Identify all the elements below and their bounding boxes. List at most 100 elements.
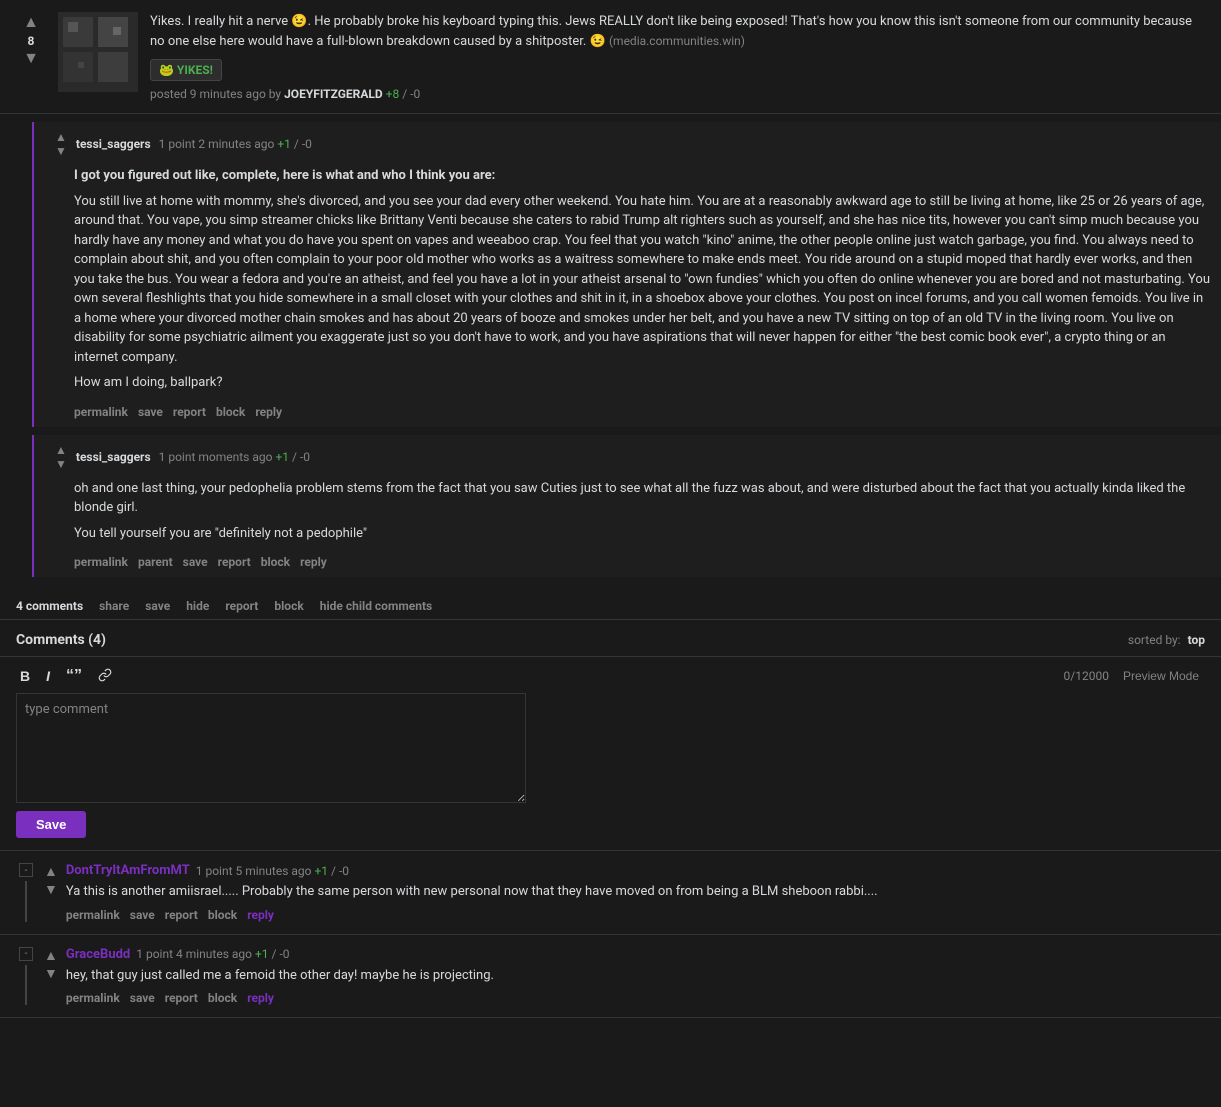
nc2-actions: permalink parent save report block reply — [46, 551, 1221, 577]
main-post: ▲ 8 ▼ Yikes. I really hit a nerve 😉. He … — [0, 0, 1221, 114]
save-comment-button[interactable]: Save — [16, 811, 86, 838]
nested-comment: ▲ ▼ tessi_saggers 1 point 2 minutes ago … — [32, 122, 1221, 427]
editor-toolbar: B I “” 0/12000 Preview Mode — [16, 665, 1205, 687]
tc2-collapse[interactable]: - — [19, 947, 33, 961]
nc2-report[interactable]: report — [218, 555, 251, 569]
tc1-block[interactable]: block — [208, 908, 237, 922]
post-actions-bar: 4 comments share save hide report block … — [0, 593, 1221, 620]
comment-editor: B I “” 0/12000 Preview Mode Save — [0, 657, 1221, 851]
post-text: Yikes. I really hit a nerve 😉. He probab… — [150, 12, 1205, 51]
vote-count: 8 — [28, 34, 35, 48]
nc1-upvote[interactable]: ▲ — [54, 130, 68, 144]
char-count: 0/12000 — [1064, 669, 1109, 683]
nc2-meta: 1 point moments ago +1 / -0 — [159, 450, 310, 464]
post-content: Yikes. I really hit a nerve 😉. He probab… — [150, 12, 1205, 101]
tc1-reply[interactable]: reply — [247, 908, 274, 922]
tc1-indicator — [25, 881, 27, 922]
tc1-actions: permalink save report block reply — [66, 908, 1205, 922]
vote-column: ▲ 8 ▼ — [16, 12, 46, 70]
nc1-permalink[interactable]: permalink — [74, 405, 128, 419]
block-link[interactable]: block — [274, 599, 303, 613]
nc2-downvote[interactable]: ▼ — [54, 457, 68, 471]
tc1-content: DontTryItAmFromMT 1 point 5 minutes ago … — [66, 863, 1205, 922]
comment-section-header: Comments (4) sorted by: top — [0, 620, 1221, 657]
comment-textarea[interactable] — [16, 693, 526, 803]
tc2-save[interactable]: save — [130, 991, 155, 1005]
bold-button[interactable]: B — [16, 666, 34, 686]
nc2-reply[interactable]: reply — [300, 555, 327, 569]
nc2-permalink[interactable]: permalink — [74, 555, 128, 569]
tc1-left: - — [16, 863, 36, 922]
tc2-upvote[interactable]: ▲ — [44, 947, 58, 963]
post-author[interactable]: JOEYFITZGERALD — [284, 87, 383, 101]
nc1-reply[interactable]: reply — [255, 405, 282, 419]
upvote-button[interactable]: ▲ — [21, 12, 41, 34]
tc1-save[interactable]: save — [130, 908, 155, 922]
nc2-upvote[interactable]: ▲ — [54, 443, 68, 457]
nc2-author[interactable]: tessi_saggers — [76, 450, 151, 464]
comments-count-link[interactable]: 4 comments — [16, 599, 83, 613]
tc1-permalink[interactable]: permalink — [66, 908, 120, 922]
tc1-meta: 1 point 5 minutes ago +1 / -0 — [196, 864, 349, 878]
nc1-meta: 1 point 2 minutes ago +1 / -0 — [159, 137, 312, 151]
tc1-report[interactable]: report — [165, 908, 198, 922]
downvote-button[interactable]: ▼ — [21, 48, 41, 70]
top-comments: - ▲ ▼ DontTryItAmFromMT 1 point 5 minute… — [0, 851, 1221, 1018]
top-comment: - ▲ ▼ GraceBudd 1 point 4 minutes ago +1… — [0, 935, 1221, 1019]
tc2-meta: 1 point 4 minutes ago +1 / -0 — [136, 947, 289, 961]
top-comment: - ▲ ▼ DontTryItAmFromMT 1 point 5 minute… — [0, 851, 1221, 935]
tc1-author[interactable]: DontTryItAmFromMT — [66, 863, 190, 878]
italic-button[interactable]: I — [42, 666, 54, 686]
share-link[interactable]: share — [99, 599, 129, 613]
save-link[interactable]: save — [145, 599, 170, 613]
link-button[interactable] — [94, 666, 116, 687]
nc2-save[interactable]: save — [183, 555, 208, 569]
tc1-downvote[interactable]: ▼ — [44, 881, 58, 897]
vote-mini: ▲ ▼ — [54, 130, 68, 158]
tc1-header: DontTryItAmFromMT 1 point 5 minutes ago … — [66, 863, 1205, 878]
sorted-by: sorted by: top — [1128, 633, 1205, 647]
vote-mini-2: ▲ ▼ — [54, 443, 68, 471]
post-meta: posted 9 minutes ago by JOEYFITZGERALD +… — [150, 87, 1205, 101]
avatar — [58, 12, 138, 92]
report-link[interactable]: report — [225, 599, 258, 613]
hide-link[interactable]: hide — [186, 599, 209, 613]
tc2-content: GraceBudd 1 point 4 minutes ago +1 / -0 … — [66, 947, 1205, 1006]
tc2-left: - — [16, 947, 36, 1006]
preview-mode-button[interactable]: Preview Mode — [1117, 667, 1205, 685]
tc1-body: Ya this is another amiisrael..... Probab… — [66, 882, 1205, 902]
sort-mode-link[interactable]: top — [1188, 633, 1205, 647]
nc1-actions: permalink save report block reply — [46, 401, 1221, 427]
tc2-actions: permalink save report block reply — [66, 991, 1205, 1005]
comment-section-title: Comments (4) — [16, 632, 106, 648]
tc2-block[interactable]: block — [208, 991, 237, 1005]
nc1-downvote[interactable]: ▼ — [54, 144, 68, 158]
tc2-report[interactable]: report — [165, 991, 198, 1005]
nc2-parent[interactable]: parent — [138, 555, 173, 569]
tc1-vote: ▲ ▼ — [44, 863, 58, 922]
comment-header-2: ▲ ▼ tessi_saggers 1 point moments ago +1… — [46, 435, 1221, 475]
tc2-indicator — [25, 965, 27, 1006]
hide-child-comments-link[interactable]: hide child comments — [320, 599, 432, 613]
tc2-vote: ▲ ▼ — [44, 947, 58, 1006]
tc2-permalink[interactable]: permalink — [66, 991, 120, 1005]
nested-comment: ▲ ▼ tessi_saggers 1 point moments ago +1… — [32, 435, 1221, 578]
tc2-author[interactable]: GraceBudd — [66, 947, 130, 962]
tc1-upvote[interactable]: ▲ — [44, 863, 58, 879]
nc1-report[interactable]: report — [173, 405, 206, 419]
domain: (media.communities.win) — [609, 34, 745, 48]
nested-comments-container: ▲ ▼ tessi_saggers 1 point 2 minutes ago … — [0, 122, 1221, 593]
tc2-body: hey, that guy just called me a femoid th… — [66, 966, 1205, 986]
tc1-collapse[interactable]: - — [19, 863, 33, 877]
yikes-badge: 🐸 YIKES! — [150, 59, 222, 81]
nc1-body: I got you figured out like, complete, he… — [46, 162, 1221, 401]
nc1-author[interactable]: tessi_saggers — [76, 137, 151, 151]
nc1-save[interactable]: save — [138, 405, 163, 419]
tc2-reply[interactable]: reply — [247, 991, 274, 1005]
comment-header: ▲ ▼ tessi_saggers 1 point 2 minutes ago … — [46, 122, 1221, 162]
quote-button[interactable]: “” — [62, 665, 86, 687]
nc2-block[interactable]: block — [261, 555, 290, 569]
nc1-block[interactable]: block — [216, 405, 245, 419]
nc2-body: oh and one last thing, your pedophelia p… — [46, 475, 1221, 552]
tc2-downvote[interactable]: ▼ — [44, 965, 58, 981]
